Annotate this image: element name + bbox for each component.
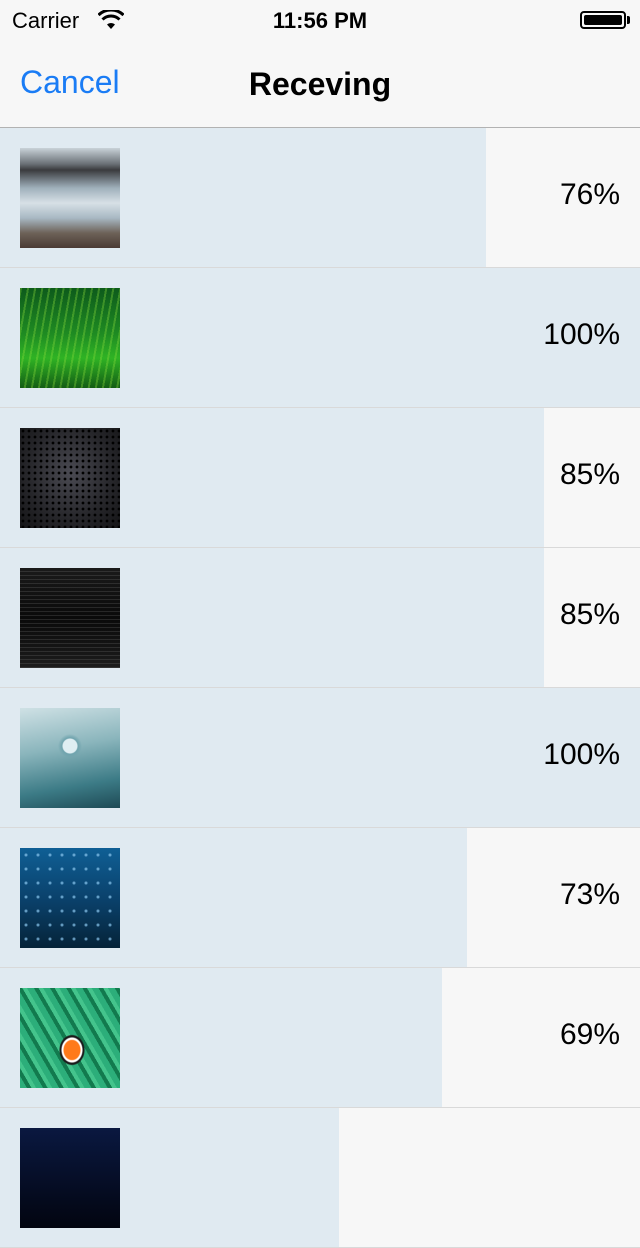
percent-label: 85% (559, 458, 620, 491)
thumbnail (20, 988, 120, 1088)
percent-label: 73% (559, 878, 620, 911)
percent-label: 100% (543, 318, 620, 351)
list-item[interactable]: 69% (0, 968, 640, 1108)
cancel-button[interactable]: Cancel (20, 64, 120, 101)
thumbnail (20, 568, 120, 668)
percent-label: 85% (559, 598, 620, 631)
status-bar: Carrier 11:56 PM (0, 0, 640, 40)
status-time: 11:56 PM (272, 8, 368, 33)
battery-icon (580, 11, 626, 29)
list-item[interactable]: 76% (0, 128, 640, 268)
list-item[interactable]: 100% (0, 688, 640, 828)
thumbnail (20, 848, 120, 948)
battery-tip (627, 16, 630, 24)
list-item[interactable]: 85% (0, 408, 640, 548)
list-item[interactable]: 73% (0, 828, 640, 968)
thumbnail (20, 428, 120, 528)
thumbnail (20, 1128, 120, 1228)
list-item[interactable]: 85% (0, 548, 640, 688)
percent-label: 100% (543, 738, 620, 771)
receive-list: 76% 100% 85% 85% 100% 73% 69% (0, 128, 640, 1248)
list-item[interactable]: 100% (0, 268, 640, 408)
list-item[interactable] (0, 1108, 640, 1248)
thumbnail (20, 288, 120, 388)
thumbnail (20, 708, 120, 808)
thumbnail (20, 148, 120, 248)
navigation-bar: Cancel Receving (0, 40, 640, 128)
percent-label: 76% (559, 178, 620, 211)
percent-label: 69% (559, 1018, 620, 1051)
